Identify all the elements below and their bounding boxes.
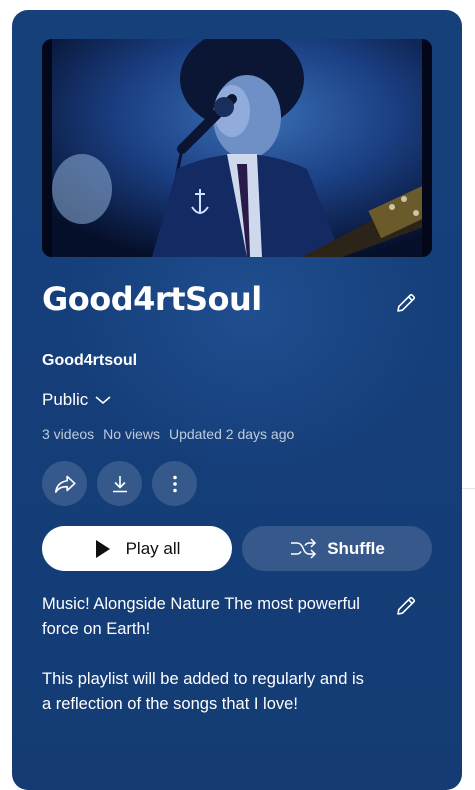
last-updated: Updated 2 days ago: [168, 426, 295, 442]
share-icon: [54, 475, 76, 493]
download-icon: [112, 475, 127, 492]
shuffle-icon: [291, 537, 317, 559]
pencil-icon: [397, 293, 416, 312]
more-actions-button[interactable]: [152, 461, 197, 506]
edit-description-button[interactable]: [388, 588, 424, 624]
thumbnail-image: [42, 39, 432, 257]
more-vertical-icon: [172, 475, 177, 492]
video-count: 3 videos: [42, 426, 95, 442]
share-button[interactable]: [42, 461, 87, 506]
playlist-header-card: Good4rtSoul Good4rtsoul Public 3 videos …: [12, 10, 462, 790]
privacy-dropdown[interactable]: Public: [42, 390, 112, 410]
description-line-1: Music! Alongside Nature The most powerfu…: [42, 595, 360, 638]
chevron-down-icon: [95, 396, 111, 405]
playlist-description: Music! Alongside Nature The most powerfu…: [42, 592, 377, 717]
playlist-thumbnail[interactable]: [42, 39, 432, 257]
play-all-button[interactable]: Play all: [42, 526, 232, 571]
view-count: No views: [103, 426, 160, 442]
shuffle-label: Shuffle: [327, 538, 385, 558]
download-button[interactable]: [97, 461, 142, 506]
playlist-owner[interactable]: Good4rtsoul: [42, 352, 137, 370]
play-icon: [95, 539, 110, 558]
playlist-stats: 3 videos No views Updated 2 days ago: [42, 426, 294, 442]
description-line-2: This playlist will be added to regularly…: [42, 670, 364, 713]
pencil-icon: [397, 596, 416, 615]
divider: [462, 488, 475, 489]
shuffle-button[interactable]: Shuffle: [242, 526, 432, 571]
playlist-title: Good4rtSoul: [42, 280, 262, 318]
play-all-label: Play all: [125, 538, 181, 558]
privacy-label: Public: [42, 390, 89, 409]
edit-title-button[interactable]: [388, 285, 424, 321]
